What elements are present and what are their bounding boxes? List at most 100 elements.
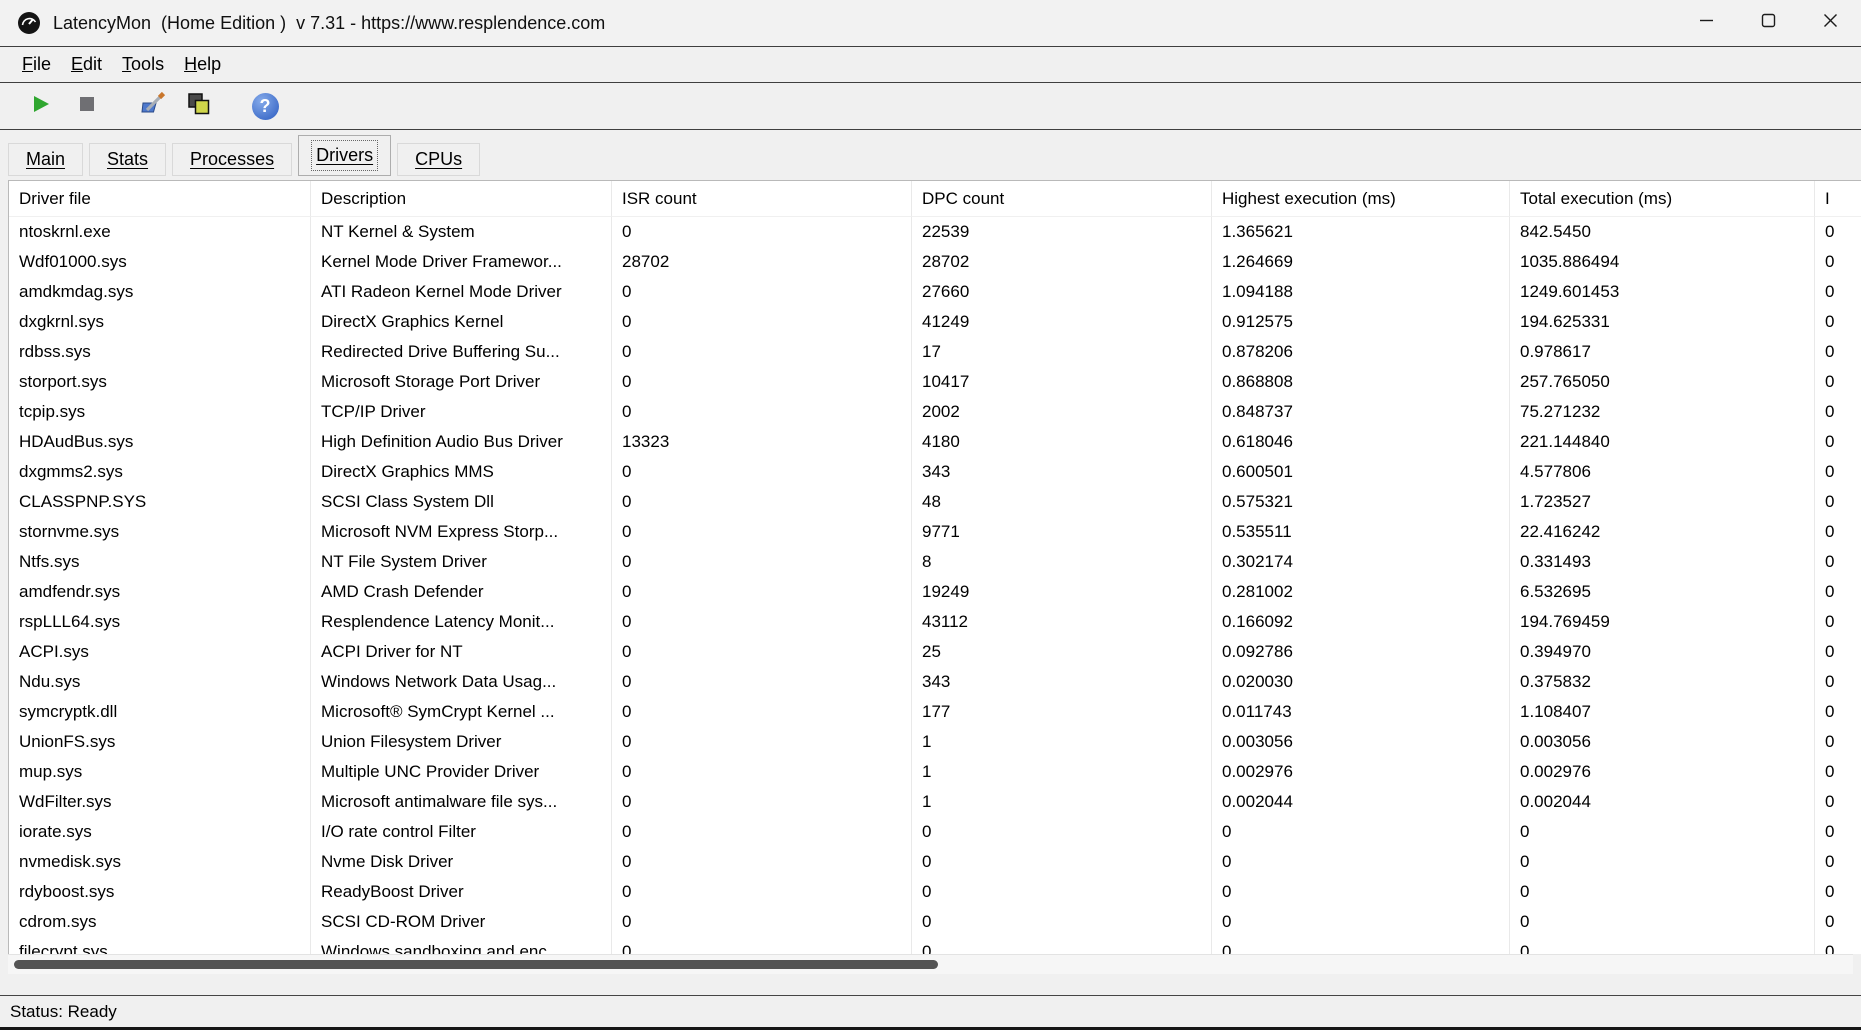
menu-item[interactable]: Help <box>174 54 231 75</box>
table-row[interactable]: storport.sys Microsoft Storage Port Driv… <box>9 367 1861 397</box>
cell-dpc-count: 0 <box>912 817 1212 847</box>
cell-clipped-column: 0 <box>1815 667 1861 697</box>
cell-highest-execution: 0.002976 <box>1212 757 1510 787</box>
table-row[interactable]: amdkmdag.sys ATI Radeon Kernel Mode Driv… <box>9 277 1861 307</box>
tab[interactable]: Main <box>8 143 83 176</box>
column-header[interactable]: Total execution (ms) <box>1510 181 1815 217</box>
cell-dpc-count: 41249 <box>912 307 1212 337</box>
cell-clipped-column: 0 <box>1815 757 1861 787</box>
table-row[interactable]: rspLLL64.sys Resplendence Latency Monit.… <box>9 607 1861 637</box>
cell-driver-file: Ntfs.sys <box>9 547 311 577</box>
column-header[interactable]: DPC count <box>912 181 1212 217</box>
cell-highest-execution: 0.002044 <box>1212 787 1510 817</box>
table-row[interactable]: dxgmms2.sys DirectX Graphics MMS 0 343 0… <box>9 457 1861 487</box>
drivers-list: Driver file Description ISR count DPC co… <box>8 180 1861 954</box>
cell-clipped-column: 0 <box>1815 727 1861 757</box>
cell-description: SCSI Class System Dll <box>311 487 612 517</box>
table-row[interactable]: dxgkrnl.sys DirectX Graphics Kernel 0 41… <box>9 307 1861 337</box>
horizontal-scrollbar[interactable] <box>8 954 1853 974</box>
cell-highest-execution: 0.912575 <box>1212 307 1510 337</box>
cell-clipped-column: 0 <box>1815 277 1861 307</box>
cell-total-execution: 0.003056 <box>1510 727 1815 757</box>
start-monitor-button[interactable] <box>22 87 60 125</box>
cell-highest-execution: 0.003056 <box>1212 727 1510 757</box>
tab-label: Main <box>26 149 65 170</box>
column-header[interactable]: Driver file <box>9 181 311 217</box>
table-row[interactable]: rdyboost.sys ReadyBoost Driver 0 0 0 0 0 <box>9 877 1861 907</box>
maximize-button[interactable] <box>1737 0 1799 46</box>
cell-description: DirectX Graphics MMS <box>311 457 612 487</box>
cell-total-execution: 0 <box>1510 817 1815 847</box>
cell-description: High Definition Audio Bus Driver <box>311 427 612 457</box>
cell-isr-count: 0 <box>612 397 912 427</box>
cell-highest-execution: 0 <box>1212 847 1510 877</box>
table-row[interactable]: symcryptk.dll Microsoft® SymCrypt Kernel… <box>9 697 1861 727</box>
cell-highest-execution: 0.618046 <box>1212 427 1510 457</box>
cell-isr-count: 0 <box>612 697 912 727</box>
cell-clipped-column: 0 <box>1815 577 1861 607</box>
cell-highest-execution: 1.365621 <box>1212 217 1510 247</box>
cell-driver-file: symcryptk.dll <box>9 697 311 727</box>
cell-driver-file: dxgmms2.sys <box>9 457 311 487</box>
tools-button[interactable] <box>134 87 172 125</box>
close-button[interactable] <box>1799 0 1861 46</box>
menu-item[interactable]: Edit <box>61 54 112 75</box>
tab[interactable]: Processes <box>172 143 292 176</box>
column-header[interactable]: Description <box>311 181 612 217</box>
table-row[interactable]: mup.sys Multiple UNC Provider Driver 0 1… <box>9 757 1861 787</box>
table-row[interactable]: Ndu.sys Windows Network Data Usag... 0 3… <box>9 667 1861 697</box>
cell-dpc-count: 343 <box>912 457 1212 487</box>
cell-driver-file: HDAudBus.sys <box>9 427 311 457</box>
tab[interactable]: Drivers <box>298 135 391 176</box>
table-row[interactable]: HDAudBus.sys High Definition Audio Bus D… <box>9 427 1861 457</box>
stop-monitor-button[interactable] <box>68 87 106 125</box>
table-row[interactable]: Wdf01000.sys Kernel Mode Driver Framewor… <box>9 247 1861 277</box>
cell-description: AMD Crash Defender <box>311 577 612 607</box>
tab[interactable]: CPUs <box>397 143 480 176</box>
minimize-icon <box>1699 13 1714 33</box>
minimize-button[interactable] <box>1675 0 1737 46</box>
table-row[interactable]: rdbss.sys Redirected Drive Buffering Su.… <box>9 337 1861 367</box>
maximize-icon <box>1761 13 1776 33</box>
cell-isr-count: 0 <box>612 787 912 817</box>
cell-isr-count: 0 <box>612 337 912 367</box>
help-button[interactable]: ? <box>246 87 284 125</box>
cell-isr-count: 0 <box>612 487 912 517</box>
cell-description: NT File System Driver <box>311 547 612 577</box>
tab[interactable]: Stats <box>89 143 166 176</box>
cell-isr-count: 0 <box>612 457 912 487</box>
cell-total-execution: 1249.601453 <box>1510 277 1815 307</box>
scrollbar-thumb[interactable] <box>14 960 938 969</box>
cell-dpc-count: 343 <box>912 667 1212 697</box>
cell-description: Windows Network Data Usag... <box>311 667 612 697</box>
table-row[interactable]: WdFilter.sys Microsoft antimalware file … <box>9 787 1861 817</box>
table-row[interactable]: ntoskrnl.exe NT Kernel & System 0 22539 … <box>9 217 1861 247</box>
table-row[interactable]: amdfendr.sys AMD Crash Defender 0 19249 … <box>9 577 1861 607</box>
cell-total-execution: 22.416242 <box>1510 517 1815 547</box>
table-row[interactable]: cdrom.sys SCSI CD-ROM Driver 0 0 0 0 0 <box>9 907 1861 937</box>
cell-clipped-column: 0 <box>1815 937 1861 954</box>
menu-item[interactable]: Tools <box>112 54 174 75</box>
table-row[interactable]: Ntfs.sys NT File System Driver 0 8 0.302… <box>9 547 1861 577</box>
cell-highest-execution: 1.094188 <box>1212 277 1510 307</box>
column-header[interactable]: Highest execution (ms) <box>1212 181 1510 217</box>
windows-button[interactable] <box>180 87 218 125</box>
cell-driver-file: amdkmdag.sys <box>9 277 311 307</box>
table-row[interactable]: stornvme.sys Microsoft NVM Express Storp… <box>9 517 1861 547</box>
table-row[interactable]: CLASSPNP.SYS SCSI Class System Dll 0 48 … <box>9 487 1861 517</box>
cell-isr-count: 0 <box>612 937 912 954</box>
cell-total-execution: 842.5450 <box>1510 217 1815 247</box>
table-row[interactable]: tcpip.sys TCP/IP Driver 0 2002 0.848737 … <box>9 397 1861 427</box>
menu-item[interactable]: File <box>12 54 61 75</box>
cell-description: Microsoft Storage Port Driver <box>311 367 612 397</box>
table-row[interactable]: UnionFS.sys Union Filesystem Driver 0 1 … <box>9 727 1861 757</box>
cell-isr-count: 0 <box>612 607 912 637</box>
table-row[interactable]: ACPI.sys ACPI Driver for NT 0 25 0.09278… <box>9 637 1861 667</box>
table-row[interactable]: iorate.sys I/O rate control Filter 0 0 0… <box>9 817 1861 847</box>
cell-clipped-column: 0 <box>1815 457 1861 487</box>
column-header[interactable]: ISR count <box>612 181 912 217</box>
column-header[interactable]: I <box>1815 181 1861 217</box>
cell-clipped-column: 0 <box>1815 907 1861 937</box>
table-row[interactable]: filecrypt.sys Windows sandboxing and enc… <box>9 937 1861 954</box>
table-row[interactable]: nvmedisk.sys Nvme Disk Driver 0 0 0 0 0 <box>9 847 1861 877</box>
